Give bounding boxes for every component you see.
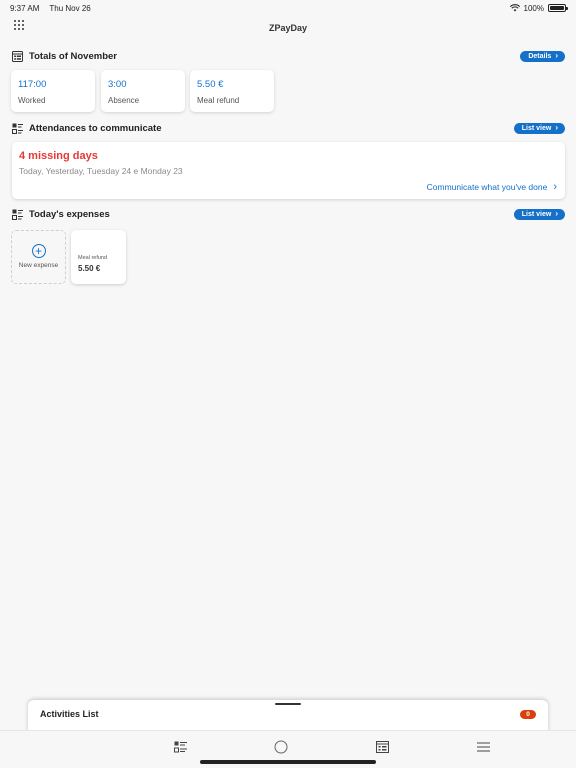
communicate-link[interactable]: Communicate what you've done › [427,181,557,193]
expenses-title: Today's expenses [29,208,110,220]
attendances-title: Attendances to communicate [29,122,162,134]
home-indicator [200,760,376,764]
expenses-list-view-button[interactable]: List view › [513,208,565,220]
battery-icon [548,4,568,12]
total-card-meal-refund: 5.50 € Meal refund [190,70,274,112]
top-bar: ZPayDay [0,16,576,42]
wifi-icon [509,4,520,12]
list-icon [12,123,23,134]
activities-sheet[interactable]: Activities List 0 [28,700,548,734]
plus-icon: + [31,244,46,258]
menu-icon[interactable] [477,741,491,753]
drag-handle[interactable] [275,703,301,705]
chevron-right-icon: › [555,51,558,60]
chevron-right-icon: › [555,123,558,132]
total-card-worked: 117:00 Worked [11,70,95,112]
attendances-list-view-button[interactable]: List view › [513,122,565,134]
missing-days-card: 4 missing days Today, Yesterday, Tuesday… [12,142,565,199]
totals-header: Totals of November Details › [12,49,565,63]
circle-icon[interactable] [274,740,288,754]
expense-card[interactable]: Meal refund 5.50 € [71,230,126,284]
missing-days-list: Today, Yesterday, Tuesday 24 e Monday 23 [19,166,183,176]
list-view-label: List view [521,124,552,132]
total-label: Worked [18,96,46,105]
expense-type: Meal refund [78,255,108,261]
chevron-right-icon: › [553,181,557,193]
totals-title: Totals of November [29,50,117,62]
attendances-header: Attendances to communicate List view › [12,121,565,135]
calendar-icon[interactable] [376,741,390,753]
details-button[interactable]: Details › [520,50,565,62]
details-label: Details [528,52,552,60]
calendar-icon [12,50,23,62]
total-label: Meal refund [197,96,240,105]
total-value: 117:00 [18,79,47,90]
activities-title: Activities List [40,709,99,719]
communicate-label: Communicate what you've done [426,182,548,192]
app-title: ZPayDay [268,23,308,33]
status-time: 9:37 AM [10,3,40,13]
status-date: Thu Nov 26 [49,3,91,13]
list-view-label: List view [521,210,552,218]
battery-percent: 100% [523,3,544,13]
expenses-header: Today's expenses List view › [12,207,565,221]
list-icon [12,209,23,220]
chevron-right-icon: › [555,209,558,218]
missing-days-count: 4 missing days [19,150,98,162]
total-value: 5.50 € [197,79,224,90]
status-bar: 9:37 AM Thu Nov 26 100% [0,0,576,16]
expense-amount: 5.50 € [78,264,101,273]
total-card-absence: 3:00 Absence [101,70,185,112]
new-expense-button[interactable]: + New expense [11,230,66,284]
list-icon[interactable] [174,741,188,753]
total-label: Absence [108,96,140,105]
new-expense-label: New expense [18,262,59,269]
activities-count-badge: 0 [520,710,536,719]
total-value: 3:00 [108,79,127,90]
